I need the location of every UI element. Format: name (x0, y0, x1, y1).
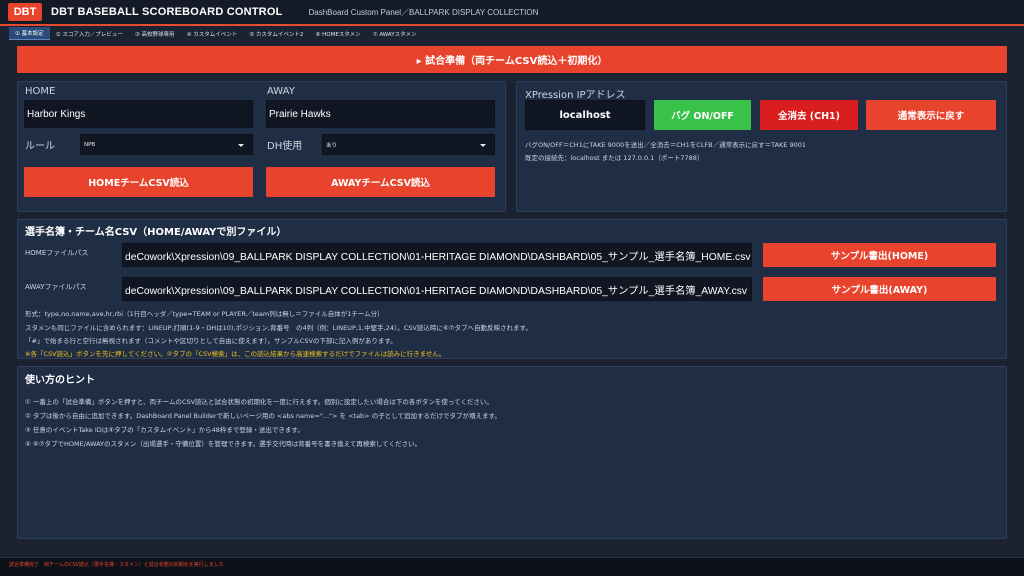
howto-panel (17, 366, 1007, 539)
status-message: 試合準備完了 両チームのCSV読込（選手名簿・スタメン）と試合状態の初期化を実行… (9, 562, 224, 568)
chevron-down-icon (238, 143, 244, 147)
away-path-label: AWAYファイルパス (25, 283, 87, 291)
home-team-name-field[interactable]: Harbor Kings (24, 100, 253, 128)
dh-select-value: あり (326, 142, 338, 149)
restore-normal-button[interactable]: 通常表示に戻す (866, 100, 996, 130)
sample-export-home-button[interactable]: サンプル書出(HOME) (763, 243, 996, 267)
tab-high-school[interactable]: ③ 高校野球専用 (129, 27, 181, 40)
howto-line-1: ① 一番上の「試合準備」ボタンを押すと、両チームのCSV読込と試合状態の初期化を… (25, 398, 493, 406)
xpression-note-1: バグON/OFF＝CH1にTAKE 9000を送出／全消去＝CH1をCLFB／通… (525, 141, 807, 149)
away-label: AWAY (267, 86, 295, 97)
dh-select[interactable]: あり (322, 134, 495, 155)
tab-custom-event[interactable]: ④ カスタムイベント (181, 27, 244, 40)
ip-address-field[interactable]: localhost (525, 100, 645, 130)
dh-label: DH使用 (267, 141, 303, 152)
tab-score-input[interactable]: ② スコア入力／プレビュー (50, 27, 129, 40)
xpression-note-2: 既定の接続先：localhost または 127.0.0.1（ポート7788） (525, 154, 704, 162)
app-header: DBT DBT BASEBALL SCOREBOARD CONTROL Dash… (0, 0, 1024, 26)
tab-custom-event-2[interactable]: ⑤ カスタムイベント2 (243, 27, 309, 40)
rule-label: ルール (25, 141, 55, 152)
roster-note-4: ※各「CSV読込」ボタンを先に押してください。②タブの「CSV検索」は、この読込… (25, 350, 446, 358)
xpression-ip-label: XPression IPアドレス (525, 90, 626, 101)
status-bar: 試合準備完了 両チームのCSV読込（選手名簿・スタメン）と試合状態の初期化を実行… (0, 557, 1024, 576)
prepare-game-button[interactable]: ▸ 試合準備（両チームCSV読込＋初期化） (17, 46, 1007, 73)
home-path-field[interactable]: deCowork\Xpression\09_BALLPARK DISPLAY C… (122, 243, 752, 267)
home-label: HOME (25, 86, 56, 97)
tab-home-lineup[interactable]: ⑥ HOMEスタメン (309, 27, 366, 40)
roster-note-2: スタメンも同じファイルに含められます：LINEUP,打順(1-9・DHは10),… (25, 324, 532, 332)
howto-title: 使い方のヒント (25, 375, 95, 386)
app-logo: DBT (8, 3, 42, 21)
roster-note-1: 形式：type,no,name,ave,hr,rbi（1行目ヘッダ／type=T… (25, 310, 384, 318)
away-team-name-field[interactable]: Prairie Hawks (266, 100, 495, 128)
roster-note-3: 「#」で始まる行と空行は無視されます（コメントや区切りとして自由に使えます）。サ… (25, 337, 397, 345)
tab-bar: ① 基本設定 ② スコア入力／プレビュー ③ 高校野球専用 ④ カスタムイベント… (0, 27, 1024, 40)
sample-export-away-button[interactable]: サンプル書出(AWAY) (763, 277, 996, 301)
away-csv-load-button[interactable]: AWAYチームCSV読込 (266, 167, 495, 197)
panel-path: DashBoard Custom Panel／BALLPARK DISPLAY … (308, 7, 539, 17)
bug-toggle-button[interactable]: バグ ON/OFF (654, 100, 751, 130)
home-csv-load-button[interactable]: HOMEチームCSV読込 (24, 167, 253, 197)
chevron-down-icon (480, 143, 486, 147)
tab-basic-settings[interactable]: ① 基本設定 (9, 27, 50, 40)
clear-all-button[interactable]: 全消去 (CH1) (760, 100, 858, 130)
howto-line-4: ④ ⑥⑦タブでHOME/AWAYのスタメン（出場選手・守備位置）を管理できます。… (25, 440, 421, 448)
away-path-field[interactable]: deCowork\Xpression\09_BALLPARK DISPLAY C… (122, 277, 752, 301)
howto-line-2: ② タブは後から自由に追加できます。DashBoard Panel Builde… (25, 412, 501, 420)
howto-line-3: ③ 任意のイベントTake IDは④タブの「カスタムイベント」から48枠まで登録… (25, 426, 304, 434)
home-path-label: HOMEファイルパス (25, 249, 89, 257)
app-title: DBT BASEBALL SCOREBOARD CONTROL (51, 6, 283, 18)
rule-select[interactable]: NPB (80, 134, 253, 155)
tab-away-lineup[interactable]: ⑦ AWAYスタメン (367, 27, 423, 40)
roster-title: 選手名簿・チーム名CSV（HOME/AWAYで別ファイル） (25, 227, 287, 238)
rule-select-value: NPB (84, 141, 96, 148)
